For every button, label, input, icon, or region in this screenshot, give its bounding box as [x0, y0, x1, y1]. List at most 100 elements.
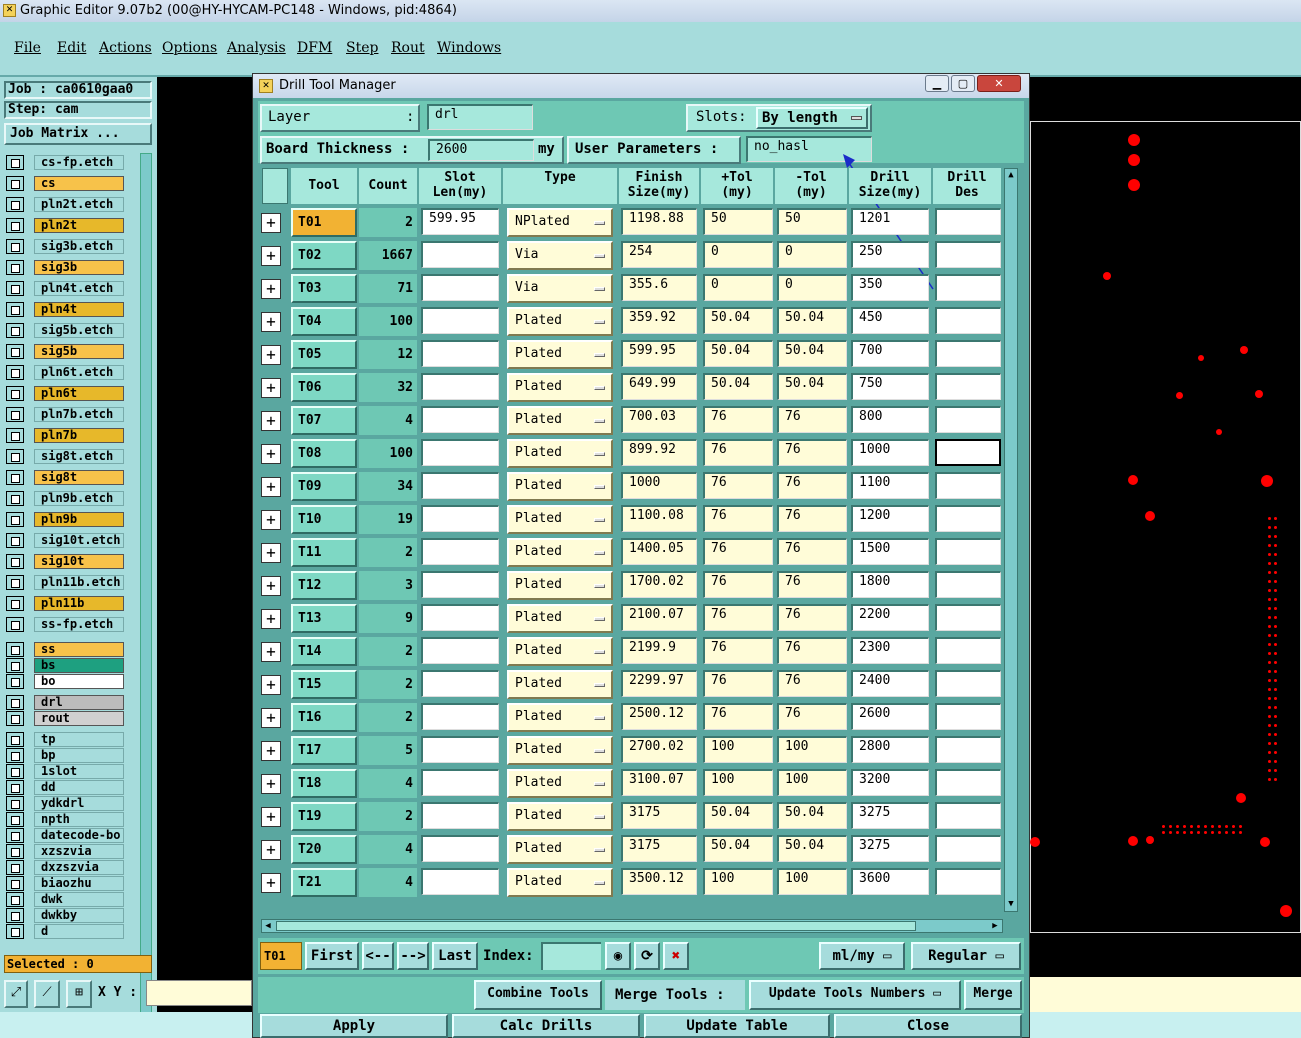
- finish-size-input[interactable]: 3100.07: [621, 769, 697, 796]
- expand-row-icon[interactable]: +: [261, 510, 281, 530]
- drill-size-input[interactable]: 3275: [851, 802, 929, 829]
- minus-tol-input[interactable]: 76: [777, 670, 847, 697]
- layer-row[interactable]: ss: [6, 642, 124, 657]
- slot-length-input[interactable]: [421, 604, 499, 631]
- scroll-up-icon[interactable]: ▲: [1006, 169, 1016, 181]
- layer-name[interactable]: pln6t: [34, 386, 124, 401]
- layer-name[interactable]: pln6t.etch: [34, 365, 124, 380]
- drill-size-input[interactable]: 800: [851, 406, 929, 433]
- finish-size-input[interactable]: 1100.08: [621, 505, 697, 532]
- units-dropdown[interactable]: ml/my ▭: [819, 942, 905, 970]
- layer-checkbox[interactable]: [6, 386, 24, 401]
- tool-button[interactable]: T14: [291, 637, 357, 666]
- plus-tol-input[interactable]: 76: [703, 571, 773, 598]
- drill-size-input[interactable]: 3200: [851, 769, 929, 796]
- drill-size-input[interactable]: 1000: [851, 439, 929, 466]
- column-header[interactable]: Type: [503, 168, 617, 204]
- menu-windows[interactable]: Windows: [437, 40, 501, 56]
- plus-tol-input[interactable]: 76: [703, 472, 773, 499]
- layer-checkbox[interactable]: [6, 764, 24, 779]
- slot-length-input[interactable]: [421, 274, 499, 301]
- expand-row-icon[interactable]: +: [261, 411, 281, 431]
- minus-tol-input[interactable]: 50.04: [777, 307, 847, 334]
- drill-size-input[interactable]: 1100: [851, 472, 929, 499]
- layer-checkbox[interactable]: [6, 711, 24, 726]
- layer-row[interactable]: bs: [6, 658, 124, 673]
- scroll-left-icon[interactable]: ◀: [262, 920, 274, 932]
- layer-checkbox[interactable]: [6, 860, 24, 875]
- drill-size-input[interactable]: 3275: [851, 835, 929, 862]
- layer-row[interactable]: cs-fp.etch: [6, 155, 124, 170]
- drill-des-input[interactable]: [935, 835, 1001, 862]
- layer-name[interactable]: pln4t: [34, 302, 124, 317]
- table-hscrollbar[interactable]: ◀ ▶: [261, 919, 1003, 933]
- minus-tol-input[interactable]: 76: [777, 703, 847, 730]
- minus-tol-input[interactable]: 50.04: [777, 373, 847, 400]
- layer-name[interactable]: pln2t.etch: [34, 197, 124, 212]
- layer-name[interactable]: biaozhu: [34, 876, 124, 891]
- tool-button[interactable]: T09: [291, 472, 357, 501]
- plus-tol-input[interactable]: 76: [703, 670, 773, 697]
- layer-row[interactable]: pln6t.etch: [6, 365, 124, 380]
- layer-checkbox[interactable]: [6, 844, 24, 859]
- next-button[interactable]: -->: [397, 942, 429, 970]
- layer-row[interactable]: npth: [6, 812, 124, 827]
- minus-tol-input[interactable]: 76: [777, 538, 847, 565]
- menu-options[interactable]: Options: [162, 40, 217, 56]
- tool-button[interactable]: T21: [291, 868, 357, 897]
- drill-des-input[interactable]: [935, 373, 1001, 400]
- plus-tol-input[interactable]: 100: [703, 868, 773, 895]
- type-dropdown[interactable]: Plated: [507, 604, 613, 633]
- layer-row[interactable]: biaozhu: [6, 876, 124, 891]
- minus-tol-input[interactable]: 50.04: [777, 835, 847, 862]
- type-dropdown[interactable]: Plated: [507, 538, 613, 567]
- expand-row-icon[interactable]: +: [261, 807, 281, 827]
- layer-checkbox[interactable]: [6, 596, 24, 611]
- expand-row-icon[interactable]: +: [261, 840, 281, 860]
- slot-length-input[interactable]: [421, 340, 499, 367]
- layer-name[interactable]: tp: [34, 732, 124, 747]
- drill-size-input[interactable]: 1200: [851, 505, 929, 532]
- tool-button[interactable]: T04: [291, 307, 357, 336]
- type-dropdown[interactable]: Plated: [507, 670, 613, 699]
- layer-name[interactable]: pln9b.etch: [34, 491, 124, 506]
- layer-row[interactable]: dxzszvia: [6, 860, 124, 875]
- drill-size-input[interactable]: 2400: [851, 670, 929, 697]
- grid-icon[interactable]: ⊞: [66, 980, 92, 1008]
- drill-des-input[interactable]: [935, 208, 1001, 235]
- expand-row-icon[interactable]: +: [261, 873, 281, 893]
- type-dropdown[interactable]: Plated: [507, 373, 613, 402]
- xy-input[interactable]: [146, 980, 252, 1006]
- layer-row[interactable]: pln7b: [6, 428, 124, 443]
- layer-name[interactable]: 1slot: [34, 764, 124, 779]
- layer-name[interactable]: pln4t.etch: [34, 281, 124, 296]
- layer-checkbox[interactable]: [6, 748, 24, 763]
- type-dropdown[interactable]: Plated: [507, 736, 613, 765]
- layer-name[interactable]: sig3b.etch: [34, 239, 124, 254]
- tool-button[interactable]: T08: [291, 439, 357, 468]
- expand-row-icon[interactable]: +: [261, 312, 281, 332]
- plus-tol-input[interactable]: 50: [703, 208, 773, 235]
- layer-checkbox[interactable]: [6, 828, 24, 843]
- layer-row[interactable]: xzszvia: [6, 844, 124, 859]
- minus-tol-input[interactable]: 50: [777, 208, 847, 235]
- layer-name[interactable]: dwkby: [34, 908, 124, 923]
- expand-row-icon[interactable]: +: [261, 609, 281, 629]
- drill-size-input[interactable]: 2800: [851, 736, 929, 763]
- menu-edit[interactable]: Edit: [57, 40, 86, 56]
- layer-row[interactable]: d: [6, 924, 124, 939]
- plus-tol-input[interactable]: 76: [703, 637, 773, 664]
- finish-size-input[interactable]: 3500.12: [621, 868, 697, 895]
- layer-name[interactable]: d: [34, 924, 124, 939]
- drill-size-input[interactable]: 2600: [851, 703, 929, 730]
- minus-tol-input[interactable]: 76: [777, 439, 847, 466]
- slot-length-input[interactable]: 599.95: [421, 208, 499, 235]
- drill-des-input[interactable]: [935, 307, 1001, 334]
- layer-row[interactable]: sig5b: [6, 344, 124, 359]
- slot-length-input[interactable]: [421, 868, 499, 895]
- finish-size-input[interactable]: 649.99: [621, 373, 697, 400]
- finish-size-input[interactable]: 2299.97: [621, 670, 697, 697]
- finish-size-input[interactable]: 2500.12: [621, 703, 697, 730]
- menu-rout[interactable]: Rout: [391, 40, 425, 56]
- layer-checkbox[interactable]: [6, 575, 24, 590]
